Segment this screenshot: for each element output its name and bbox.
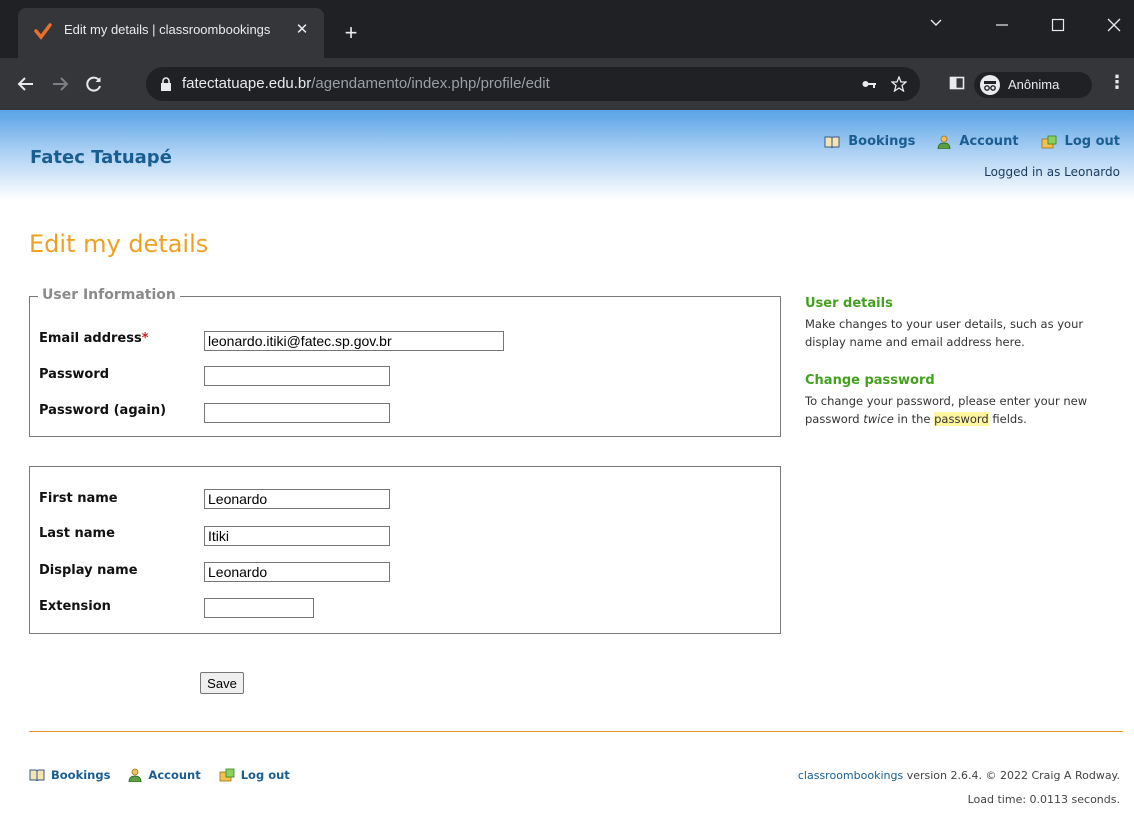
- user-icon: [129, 768, 142, 782]
- nav-account-label: Account: [959, 134, 1019, 149]
- password-again-field[interactable]: [204, 403, 390, 423]
- user-details-text: Make changes to your user details, such …: [805, 317, 1084, 349]
- nav-bookings-link[interactable]: Bookings: [824, 134, 915, 149]
- nav-logout-link[interactable]: Log out: [1041, 134, 1120, 149]
- close-window-button[interactable]: [1096, 10, 1132, 40]
- logged-in-text: Logged in as Leonardo: [984, 165, 1120, 179]
- email-field[interactable]: [204, 331, 504, 351]
- footer-logout-label: Log out: [240, 768, 290, 782]
- last-name-label: Last name: [39, 526, 115, 541]
- footer-account-link[interactable]: Account: [128, 768, 201, 782]
- star-icon[interactable]: [890, 75, 908, 94]
- version-line: classroombookings version 2.6.4. © 2022 …: [798, 764, 1120, 788]
- site-title: Fatec Tatuapé: [30, 147, 172, 168]
- email-label: Email address*: [39, 331, 149, 346]
- user-information-legend: User Information: [38, 287, 180, 303]
- new-tab-button[interactable]: +: [338, 22, 364, 48]
- nav-logout-label: Log out: [1064, 134, 1120, 149]
- footer-logout-link[interactable]: Log out: [219, 768, 290, 782]
- required-marker: *: [141, 331, 149, 346]
- footer-divider: [29, 731, 1123, 732]
- tab-close-button[interactable]: ✕: [292, 19, 312, 39]
- email-label-text: Email address: [39, 331, 142, 346]
- page-title: Edit my details: [29, 230, 209, 258]
- top-nav: Bookings Account Log out: [824, 134, 1120, 149]
- book-icon: [29, 769, 45, 781]
- menu-icon[interactable]: ⋮: [1108, 72, 1126, 96]
- incognito-icon: [980, 75, 1000, 95]
- reload-icon: [86, 76, 101, 92]
- password-label: Password: [39, 367, 110, 382]
- user-details-heading: User details: [805, 296, 893, 311]
- user-information-fieldset: User Information Email address* Password…: [29, 287, 781, 437]
- web-page: Fatec Tatuapé Bookings Account Log out L…: [0, 110, 1134, 839]
- browser-toolbar: fatectatuape.edu.br/agendamento/index.ph…: [0, 58, 1134, 110]
- footer-bookings-label: Bookings: [51, 768, 111, 782]
- url-path: /agendamento/index.php/profile/edit: [311, 75, 550, 92]
- logout-icon: [1041, 135, 1056, 148]
- close-icon: [1107, 18, 1121, 32]
- save-button[interactable]: Save: [200, 672, 244, 694]
- password-again-label: Password (again): [39, 403, 167, 418]
- footer-nav: Bookings Account Log out: [29, 768, 290, 782]
- load-time: Load time: 0.0113 seconds.: [967, 793, 1120, 806]
- sidepanel-icon[interactable]: [948, 75, 966, 93]
- book-icon: [824, 136, 840, 148]
- favicon-icon: [34, 23, 52, 40]
- change-password-text: To change your password, please enter yo…: [805, 394, 1088, 426]
- extension-label: Extension: [39, 599, 111, 614]
- address-bar[interactable]: fatectatuape.edu.br/agendamento/index.ph…: [146, 67, 920, 101]
- key-icon[interactable]: [860, 76, 878, 94]
- back-button[interactable]: [14, 72, 38, 96]
- emphasis-twice: twice: [863, 412, 894, 426]
- footer-bookings-link[interactable]: Bookings: [29, 768, 110, 782]
- browser-tab[interactable]: Edit my details | classroombookings ✕: [18, 8, 324, 58]
- nav-bookings-label: Bookings: [848, 134, 916, 149]
- maximize-button[interactable]: [1040, 10, 1076, 40]
- lock-icon: [161, 77, 171, 91]
- site-header: Fatec Tatuapé Bookings Account Log out L…: [0, 110, 1134, 200]
- url-host: fatectatuape.edu.br: [182, 75, 312, 92]
- arrow-right-icon: [53, 77, 69, 91]
- minimize-button[interactable]: [984, 10, 1020, 40]
- logout-icon: [219, 768, 235, 782]
- maximize-icon: [1051, 18, 1065, 32]
- change-password-heading: Change password: [805, 373, 935, 388]
- chevron-down-icon: [930, 19, 942, 26]
- arrow-left-icon: [17, 77, 33, 91]
- last-name-field[interactable]: [204, 526, 390, 546]
- tab-title: Edit my details | classroombookings: [64, 22, 271, 37]
- user-icon: [938, 135, 951, 149]
- version-text: version 2.6.4. © 2022 Craig A Rodway.: [903, 769, 1120, 782]
- first-name-field[interactable]: [204, 489, 390, 509]
- footer-account-label: Account: [148, 768, 201, 782]
- first-name-label: First name: [39, 491, 118, 506]
- display-name-label: Display name: [39, 563, 138, 578]
- password-field[interactable]: [204, 366, 390, 386]
- tab-search-button[interactable]: [918, 10, 954, 40]
- minimize-icon: [996, 24, 1008, 26]
- highlight-password: password: [934, 412, 989, 426]
- profile-label: Anônima: [1008, 77, 1060, 92]
- footer-credits: classroombookings version 2.6.4. © 2022 …: [798, 764, 1120, 812]
- extension-field[interactable]: [204, 598, 314, 618]
- reload-button[interactable]: [82, 72, 106, 96]
- forward-button[interactable]: [48, 72, 72, 96]
- product-link[interactable]: classroombookings: [798, 769, 903, 782]
- personal-details-fieldset: First name Last name Display name Extens…: [29, 466, 781, 634]
- browser-titlebar: Edit my details | classroombookings ✕ +: [0, 0, 1134, 58]
- incognito-profile-button[interactable]: Anônima: [974, 72, 1092, 98]
- display-name-field[interactable]: [204, 562, 390, 582]
- help-sidebar: User details Make changes to your user d…: [805, 296, 1123, 428]
- url-text: fatectatuape.edu.br/agendamento/index.ph…: [182, 75, 550, 92]
- nav-account-link[interactable]: Account: [937, 134, 1019, 149]
